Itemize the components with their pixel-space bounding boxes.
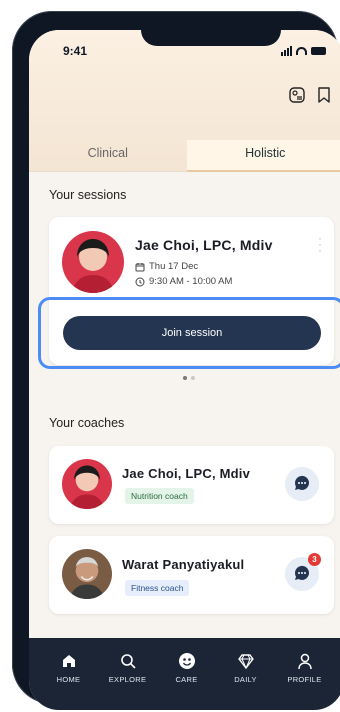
bottom-nav: HOME EXPLORE CARE DAILY PROFILE (29, 638, 340, 710)
calendar-icon (135, 262, 145, 271)
coaches-title: Your coaches (49, 416, 125, 430)
focus-highlight (38, 297, 340, 369)
nav-daily[interactable]: DAILY (216, 638, 275, 710)
nav-label: CARE (175, 675, 198, 684)
tab-clinical[interactable]: Clinical (29, 140, 187, 172)
more-icon[interactable]: · · · (318, 232, 322, 256)
clock-icon (135, 277, 145, 286)
avatar (62, 549, 112, 599)
diamond-icon (237, 654, 254, 670)
carousel-pager (183, 376, 195, 380)
chat-icon (294, 475, 309, 490)
sessions-title: Your sessions (49, 188, 127, 202)
phone-frame: 9:41 Clinical Holistic Your sessions · · · (12, 11, 340, 710)
bookmark-icon[interactable] (316, 86, 332, 104)
nav-label: HOME (56, 675, 81, 684)
coach-tag: Nutrition coach (125, 488, 194, 504)
person-icon (297, 653, 312, 670)
status-icons (281, 46, 326, 56)
session-coach-name: Jae Choi, LPC, Mdiv (135, 237, 273, 253)
signal-icon (281, 46, 292, 56)
app-screen: 9:41 Clinical Holistic Your sessions · · · (29, 30, 340, 710)
session-time-text: 9:30 AM - 10:00 AM (149, 276, 233, 287)
journal-icon[interactable] (288, 86, 306, 104)
avatar (62, 231, 124, 293)
tab-holistic[interactable]: Holistic (186, 140, 340, 172)
nav-profile[interactable]: PROFILE (275, 638, 334, 710)
nav-label: DAILY (234, 675, 257, 684)
home-icon (62, 655, 75, 667)
coach-name: Jae Choi, LPC, Mdiv (122, 466, 251, 481)
status-time: 9:41 (63, 44, 88, 58)
wifi-icon (296, 47, 307, 55)
message-button[interactable] (285, 467, 319, 501)
header-actions (288, 86, 332, 104)
nav-label: EXPLORE (108, 675, 147, 684)
coach-name: Warat Panyatiyakul (122, 557, 245, 572)
search-icon (120, 654, 136, 669)
care-tabs: Clinical Holistic (29, 140, 340, 172)
session-date: Thu 17 Dec (135, 261, 198, 272)
session-date-text: Thu 17 Dec (149, 261, 199, 272)
battery-icon (311, 47, 326, 55)
status-bar: 9:41 (29, 44, 340, 62)
avatar (62, 459, 112, 509)
pager-dot-active (183, 376, 187, 380)
pager-dot (191, 376, 195, 380)
nav-home[interactable]: HOME (39, 638, 98, 710)
unread-badge: 3 (308, 553, 321, 566)
nav-care[interactable]: CARE (157, 638, 216, 710)
nav-explore[interactable]: EXPLORE (98, 638, 157, 710)
session-time: 9:30 AM - 10:00 AM (135, 276, 232, 287)
care-icon (178, 653, 195, 669)
nav-label: PROFILE (287, 675, 322, 684)
notch (141, 30, 281, 46)
coach-tag: Fitness coach (125, 580, 190, 596)
message-button[interactable]: 3 (285, 553, 321, 591)
